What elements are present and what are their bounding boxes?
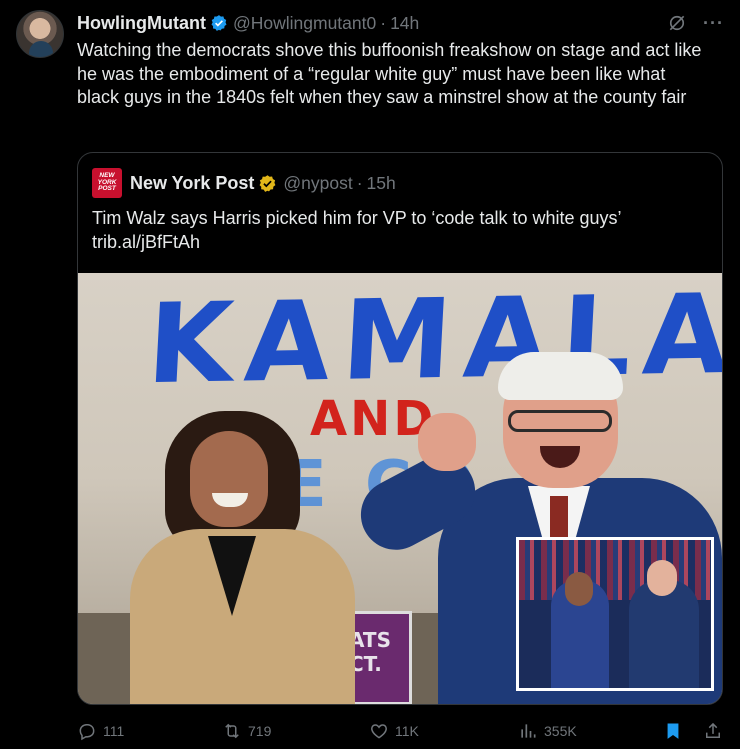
quote-separator-dot: · xyxy=(356,172,363,193)
quote-headline: Tim Walz says Harris picked him for VP t… xyxy=(92,208,622,228)
quote-photo[interactable]: KAMALA AND E CO ATS CT. xyxy=(78,273,722,704)
action-bar: 111 719 11K 355K xyxy=(77,716,727,746)
repost-button[interactable]: 719 xyxy=(222,721,271,741)
views-button[interactable]: 355K xyxy=(518,721,577,741)
nypost-logo[interactable]: NEW YORK POST xyxy=(92,168,122,198)
like-button[interactable]: 11K xyxy=(369,721,419,741)
views-count: 355K xyxy=(544,723,577,739)
display-name[interactable]: HowlingMutant xyxy=(77,13,206,34)
inset-photo xyxy=(516,537,714,691)
share-button[interactable] xyxy=(703,721,723,741)
more-icon[interactable]: ··· xyxy=(703,13,724,34)
share-icon xyxy=(706,722,720,738)
separator-dot: · xyxy=(380,12,387,33)
tweet-header: HowlingMutant @Howlingmutant0 · 14h ··· xyxy=(77,11,724,35)
reply-button[interactable]: 111 xyxy=(77,721,124,741)
quote-text: Tim Walz says Harris picked him for VP t… xyxy=(92,206,712,254)
quote-display-name[interactable]: New York Post xyxy=(130,173,254,194)
reply-count: 111 xyxy=(103,723,125,739)
person-harris xyxy=(130,411,355,704)
timestamp[interactable]: 14h xyxy=(390,13,419,34)
quoted-tweet[interactable]: NEW YORK POST New York Post @nypost · 15h … xyxy=(77,152,723,705)
quote-timestamp[interactable]: 15h xyxy=(367,173,396,194)
tweet-text: Watching the democrats shove this buffoo… xyxy=(77,40,702,107)
bookmark-button[interactable] xyxy=(663,721,683,741)
verified-badge-icon xyxy=(211,15,227,31)
like-count: 11K xyxy=(395,723,419,739)
handle[interactable]: @Howlingmutant0 xyxy=(233,13,376,34)
quote-link[interactable]: trib.al/jBfFtAh xyxy=(92,230,712,254)
grok-icon[interactable] xyxy=(667,13,687,33)
gold-verified-badge-icon xyxy=(259,174,276,192)
repost-icon xyxy=(225,723,239,739)
quote-header: NEW YORK POST New York Post @nypost · 15h xyxy=(92,168,396,198)
repost-count: 719 xyxy=(248,723,272,739)
views-icon xyxy=(521,724,536,738)
bookmark-icon xyxy=(667,723,679,739)
like-icon xyxy=(371,724,387,739)
quote-handle[interactable]: @nypost xyxy=(283,173,352,194)
avatar[interactable] xyxy=(16,10,64,58)
reply-icon xyxy=(79,724,95,741)
